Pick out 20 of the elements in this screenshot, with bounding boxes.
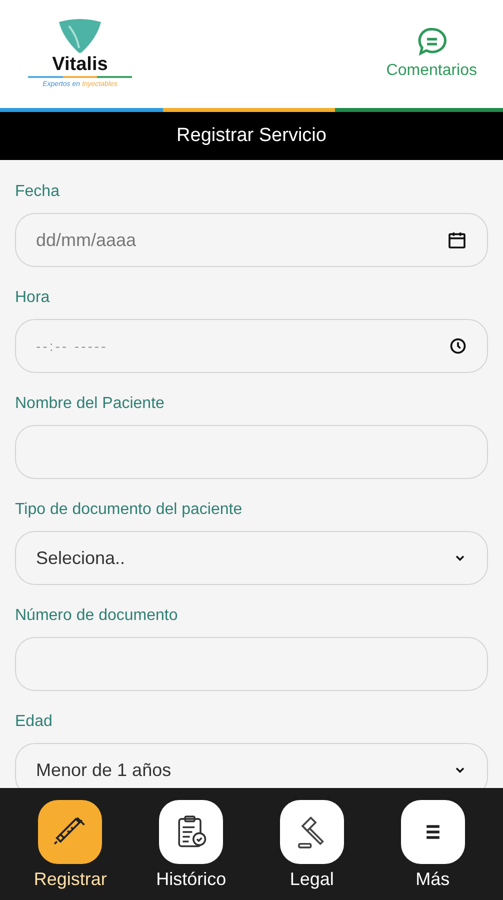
nav-tab[interactable]: Histórico	[146, 800, 236, 893]
field-label: Tipo de documento del paciente	[15, 500, 244, 520]
select-field[interactable]: Seleciona..	[15, 531, 488, 585]
comments-button[interactable]: Comentarios	[386, 25, 477, 83]
field-label: Número de documento	[15, 606, 179, 626]
nav-tab[interactable]: Más	[388, 800, 478, 893]
input-field[interactable]	[15, 637, 488, 691]
nav-tab[interactable]: Registrar	[25, 800, 116, 893]
field-label: Hora	[15, 288, 51, 308]
input-field[interactable]	[15, 425, 488, 479]
select-field[interactable]: Menor de 1 años	[15, 743, 488, 788]
calendar-icon[interactable]	[447, 230, 467, 250]
field-label: Fecha	[15, 182, 60, 202]
logo-mark-icon	[57, 18, 103, 54]
clock-icon[interactable]	[449, 337, 467, 355]
page-title: Registrar Servicio	[176, 124, 326, 148]
field-label: Nombre del Paciente	[15, 394, 166, 414]
date-field[interactable]: dd/mm/aaaa	[15, 213, 488, 267]
nav-tab[interactable]: Legal	[266, 800, 357, 893]
field-label: Edad	[15, 712, 54, 732]
